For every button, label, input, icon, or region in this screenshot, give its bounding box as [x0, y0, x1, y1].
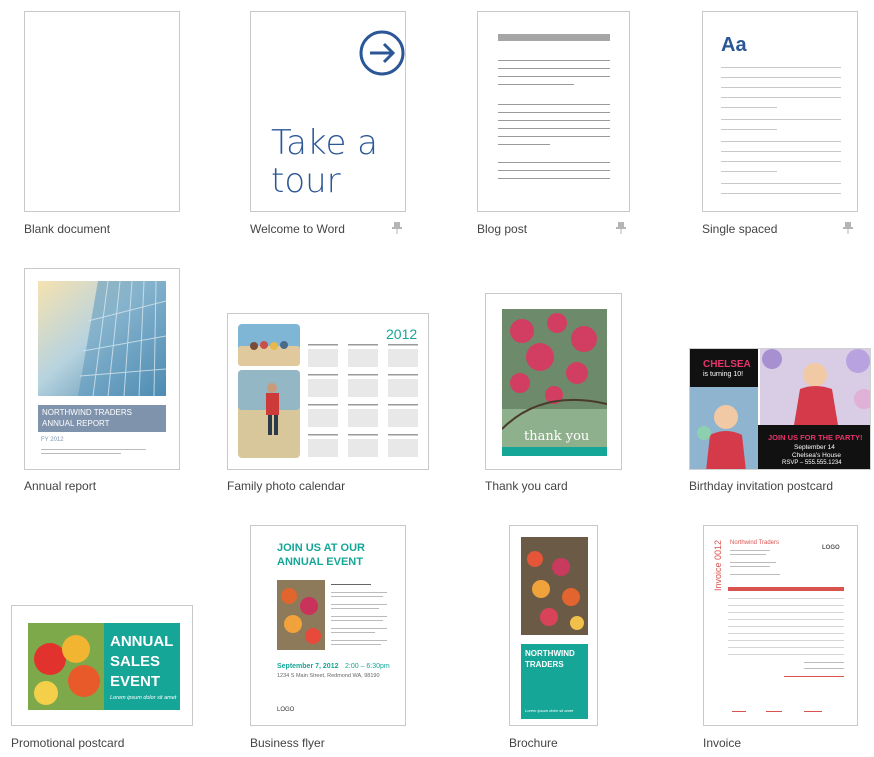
cupcake-photo: [690, 387, 758, 469]
flyer-date: September 7, 2012: [277, 663, 339, 670]
brochure-line1: NORTHWIND: [525, 649, 575, 658]
promo-line3: EVENT: [110, 673, 161, 690]
thank-you-text: thank you: [524, 429, 590, 444]
template-label: Single spaced: [702, 222, 778, 236]
birthday-sub: is turning 10!: [703, 371, 744, 378]
template-label: Family photo calendar: [227, 479, 346, 493]
welcome-to-word-thumbnail[interactable]: Take a tour: [250, 11, 406, 212]
blank-document-thumbnail[interactable]: [24, 11, 180, 212]
calendar-year: 2012: [386, 326, 418, 342]
banner-line2: ANNUAL REPORT: [42, 419, 110, 428]
template-label: Invoice: [703, 736, 742, 750]
banner-line1: NORTHWIND TRADERS: [42, 408, 132, 417]
report-banner: NORTHWIND TRADERS ANNUAL REPORT: [38, 405, 166, 432]
tour-text: Take a tour: [271, 123, 379, 201]
promotional-postcard-thumbnail[interactable]: ANNUAL SALES EVENT Lorem ipsum dolor sit…: [11, 605, 193, 726]
birthday-invitation-thumbnail[interactable]: CHELSEA is turning 10! JOIN US FOR THE P…: [689, 348, 871, 470]
family-photo-calendar-thumbnail[interactable]: 2012: [227, 313, 429, 470]
tulips-photo: [28, 623, 104, 710]
birthday-name: CHELSEA: [703, 359, 751, 370]
balloons-photo: [760, 349, 870, 425]
child-photo: [238, 370, 300, 458]
brochure-tagline: Lorem ipsum dolor sit amet: [525, 708, 574, 713]
birthday-rsvp: RSVP – 555.555.1234: [782, 460, 842, 466]
business-flyer-thumbnail[interactable]: JOIN US AT OUR ANNUAL EVENT September 7,…: [250, 525, 406, 726]
invoice-header-bar: [728, 587, 844, 591]
invoice-logo: LOGO: [822, 545, 840, 551]
template-label: Blank document: [24, 222, 111, 236]
birthday-place: Chelsea's House: [792, 452, 841, 459]
arrow-circle-icon: [359, 30, 405, 76]
flyer-heading1: JOIN US AT OUR: [277, 542, 366, 554]
promo-line1: ANNUAL: [110, 633, 174, 650]
blog-title-bar: [498, 34, 610, 41]
invoice-thumbnail[interactable]: Invoice 0012 Northwind Traders LOGO: [703, 525, 858, 726]
brochure-thumbnail[interactable]: NORTHWIND TRADERS Lorem ipsum dolor sit …: [509, 525, 598, 726]
pin-icon[interactable]: [843, 222, 853, 234]
flyer-heading2: ANNUAL EVENT: [277, 556, 363, 568]
flower-stall-photo: [521, 537, 588, 635]
template-label: Business flyer: [250, 736, 325, 750]
blog-post-thumbnail[interactable]: [477, 11, 630, 212]
birthday-join: JOIN US FOR THE PARTY!: [768, 433, 863, 442]
thank-you-card-thumbnail[interactable]: thank you: [485, 293, 622, 470]
template-label: Brochure: [509, 736, 558, 750]
template-label: Welcome to Word: [250, 222, 345, 236]
report-year: FY 2012: [41, 437, 64, 443]
pin-icon[interactable]: [392, 222, 402, 234]
promo-line2: SALES: [110, 653, 161, 670]
flowers-photo: [277, 580, 325, 650]
brochure-line2: TRADERS: [525, 660, 564, 669]
template-label: Birthday invitation postcard: [689, 479, 834, 493]
pin-icon[interactable]: [616, 222, 626, 234]
annual-report-thumbnail[interactable]: NORTHWIND TRADERS ANNUAL REPORT FY 2012: [24, 268, 180, 470]
aa-heading: Aa: [721, 34, 747, 56]
flyer-time: 2:00 – 6:30pm: [345, 663, 390, 670]
beach-photo: [238, 324, 300, 366]
invoice-company: Northwind Traders: [730, 540, 780, 546]
template-label: Promotional postcard: [11, 736, 125, 750]
invoice-vertical-title: Invoice 0012: [713, 539, 723, 591]
template-label: Annual report: [24, 479, 97, 493]
single-spaced-thumbnail[interactable]: Aa: [702, 11, 858, 212]
calendar-months: [308, 344, 418, 457]
template-label: Thank you card: [485, 479, 568, 493]
flyer-logo: LOGO: [277, 707, 295, 713]
birthday-date: September 14: [794, 444, 835, 451]
flyer-address: 1234 S Main Street, Redmond WA, 98190: [277, 673, 380, 679]
promo-tagline: Lorem ipsum dolor sit amet: [110, 695, 177, 701]
building-photo: [38, 281, 166, 396]
template-label: Blog post: [477, 222, 528, 236]
